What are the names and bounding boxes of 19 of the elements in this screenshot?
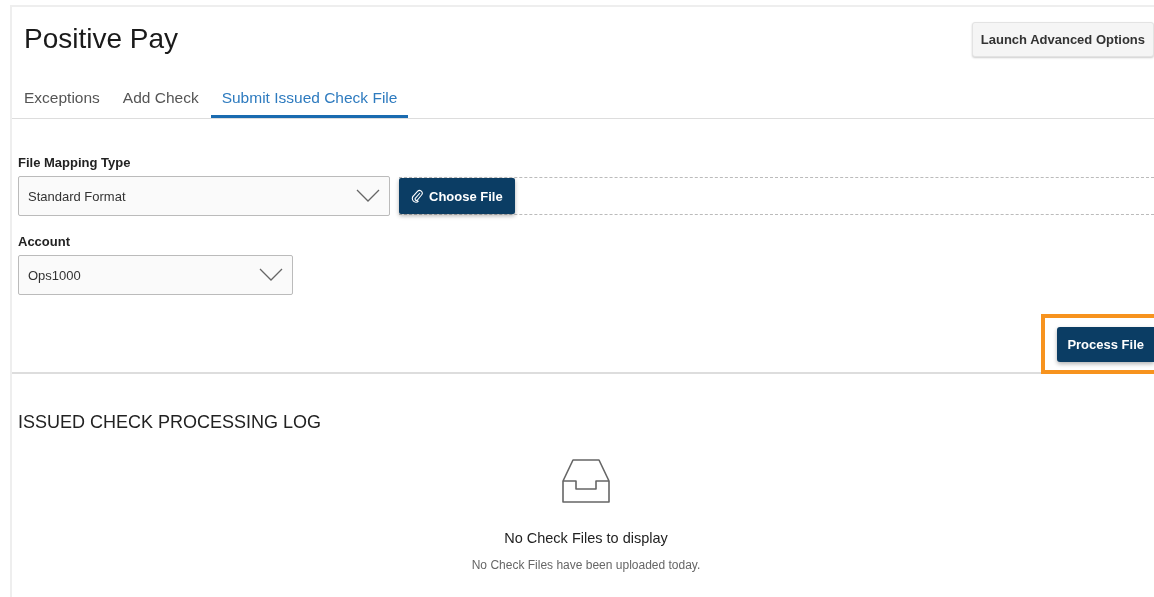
account-dropdown[interactable]: Ops1000 bbox=[18, 255, 293, 295]
section-title: ISSUED CHECK PROCESSING LOG bbox=[18, 412, 323, 433]
file-drop-zone[interactable]: Choose File bbox=[399, 177, 1154, 215]
empty-state-title: No Check Files to display bbox=[504, 530, 668, 546]
inbox-tray-icon bbox=[562, 459, 610, 503]
field-label: File Mapping Type bbox=[18, 155, 132, 170]
tab[interactable]: Exceptions bbox=[12, 85, 111, 118]
choose-file-button[interactable]: Choose File bbox=[399, 178, 515, 214]
empty-state-text: No Check Files have been uploaded today. bbox=[471, 558, 701, 572]
field-label: Account bbox=[18, 234, 71, 249]
paperclip-icon bbox=[411, 189, 423, 203]
file-mapping-type-dropdown[interactable]: Standard Format bbox=[18, 176, 390, 216]
page-title: Positive Pay bbox=[24, 23, 179, 55]
tab[interactable]: Add Check bbox=[111, 85, 210, 118]
chevron-down-icon bbox=[259, 268, 283, 282]
tab[interactable]: Submit Issued Check File bbox=[210, 85, 409, 118]
process-file-button[interactable]: Process File bbox=[1057, 327, 1154, 362]
launch-advanced-options-button[interactable]: Launch Advanced Options bbox=[971, 22, 1154, 57]
chevron-down-icon bbox=[356, 189, 380, 203]
